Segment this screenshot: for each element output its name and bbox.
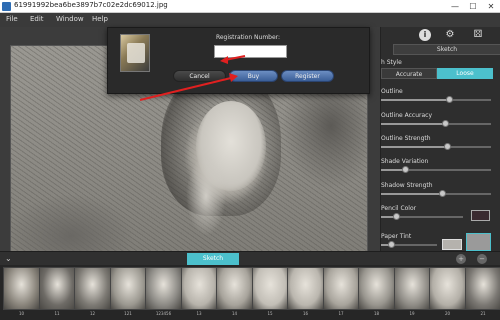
preset-thumbnail[interactable]: [322, 267, 360, 310]
registration-number-input[interactable]: [214, 45, 287, 58]
title-bar: 61991992bea6be3897b7c02e2dc69012.jpg — ☐…: [0, 0, 500, 13]
settings-panel: i ⚙ ⚄ Sketch h Style Accurate Loose Outl…: [380, 27, 500, 251]
pencil-color-swatch[interactable]: [471, 210, 490, 221]
preset-thumbnail[interactable]: [180, 267, 218, 310]
preset-thumbnail[interactable]: [145, 267, 182, 310]
menu-file[interactable]: File: [6, 15, 18, 23]
cancel-button[interactable]: Cancel: [173, 70, 226, 82]
preset-thumbnail[interactable]: [38, 267, 76, 310]
preset-thumbnail[interactable]: [216, 267, 253, 310]
pencil-color-label: Pencil Color: [381, 205, 417, 212]
preset-thumbnail-label: 15: [267, 311, 273, 316]
preset-thumbnail[interactable]: [3, 267, 40, 310]
outline-label: Outline: [381, 88, 403, 95]
preset-strip-bar: ⌄ Sketch + −: [0, 251, 500, 265]
gear-icon[interactable]: ⚙: [444, 29, 456, 41]
outline-slider[interactable]: [381, 96, 491, 103]
window-title: 61991992bea6be3897b7c02e2dc69012.jpg: [14, 1, 168, 9]
menu-window[interactable]: Window: [56, 15, 84, 23]
app-icon: [2, 2, 11, 11]
menu-bar: File Edit Window Help: [0, 13, 500, 27]
add-preset-icon[interactable]: +: [456, 254, 466, 264]
slider-thumb[interactable]: [438, 190, 446, 197]
preset-thumbnail-label: 17: [338, 311, 344, 316]
menu-edit[interactable]: Edit: [30, 15, 44, 23]
registration-dialog: Registration Number: Cancel Buy Register: [107, 27, 370, 94]
preset-thumbnail-label: 123456: [155, 311, 172, 316]
chevron-down-icon[interactable]: ⌄: [5, 254, 12, 263]
close-button[interactable]: ✕: [482, 0, 500, 13]
panel-toolbar: i ⚙ ⚄: [381, 27, 500, 43]
style-label: h Style: [381, 59, 402, 66]
slider-thumb[interactable]: [402, 166, 410, 173]
buy-button[interactable]: Buy: [229, 70, 278, 82]
dice-icon[interactable]: ⚄: [472, 29, 484, 41]
maximize-button[interactable]: ☐: [464, 0, 482, 13]
outline-accuracy-label: Outline Accuracy: [381, 112, 433, 119]
preset-thumbnail-label: 19: [409, 311, 415, 316]
style-option-accurate[interactable]: Accurate: [381, 68, 437, 79]
product-box-image: [120, 34, 150, 72]
preset-thumbnail-label: 10: [18, 311, 25, 316]
preset-thumbnail-label: 12: [89, 311, 96, 316]
preset-thumbnail[interactable]: [251, 267, 289, 310]
paper-tint-slider[interactable]: [381, 241, 437, 248]
preset-thumbnail-label: 16: [302, 311, 309, 316]
app-window: 61991992bea6be3897b7c02e2dc69012.jpg — ☐…: [0, 0, 500, 320]
shadow-strength-label: Shadow Strength: [381, 182, 433, 189]
preset-thumbnail-label: 18: [373, 311, 380, 316]
style-option-loose[interactable]: Loose: [437, 68, 493, 79]
paper-tint-label: Paper Tint: [381, 233, 412, 240]
preset-thumbnail-label: 11: [54, 311, 60, 316]
preset-thumbnail[interactable]: [464, 267, 500, 310]
remove-preset-icon[interactable]: −: [477, 254, 487, 264]
preset-thumbnail[interactable]: [358, 267, 395, 310]
registration-label: Registration Number:: [215, 34, 281, 41]
menu-help[interactable]: Help: [92, 15, 108, 23]
tab-sketch[interactable]: Sketch: [187, 253, 239, 265]
paper-texture-swatch[interactable]: [466, 233, 491, 251]
slider-thumb[interactable]: [392, 213, 400, 220]
outline-accuracy-slider[interactable]: [381, 120, 491, 127]
pencil-color-slider[interactable]: [381, 213, 463, 220]
slider-thumb[interactable]: [444, 143, 451, 150]
preset-thumbnail[interactable]: [287, 267, 324, 310]
shadow-strength-slider[interactable]: [381, 190, 491, 197]
shade-variation-label: Shade Variation: [381, 158, 429, 165]
style-segmented-control: Accurate Loose: [381, 68, 493, 79]
register-button[interactable]: Register: [281, 70, 334, 82]
preset-thumbnail[interactable]: [393, 267, 431, 310]
minimize-button[interactable]: —: [446, 0, 464, 13]
preset-thumbnail[interactable]: [109, 267, 147, 310]
preset-thumbnails: 10 11 12 121 123456 13 14 15 16 17 18 19 20 21: [0, 265, 500, 320]
preset-thumbnail[interactable]: [429, 267, 466, 310]
outline-strength-slider[interactable]: [381, 143, 491, 150]
preset-thumbnail-label: 13: [196, 311, 202, 316]
preset-thumbnail-label: 21: [480, 311, 486, 316]
slider-thumb[interactable]: [388, 241, 396, 248]
photo-hand: [186, 156, 226, 236]
slider-thumb[interactable]: [446, 96, 454, 103]
preset-thumbnail-label: 20: [444, 311, 451, 316]
shade-variation-slider[interactable]: [381, 166, 491, 173]
outline-strength-label: Outline Strength: [381, 135, 431, 142]
paper-tint-swatch[interactable]: [442, 239, 462, 250]
preset-thumbnail[interactable]: [74, 267, 111, 310]
info-icon[interactable]: i: [419, 29, 431, 41]
slider-thumb[interactable]: [441, 120, 449, 127]
preset-thumbnail-label: 14: [231, 311, 238, 316]
preset-thumbnail-label: 121: [124, 311, 132, 316]
panel-header: Sketch: [393, 44, 500, 55]
